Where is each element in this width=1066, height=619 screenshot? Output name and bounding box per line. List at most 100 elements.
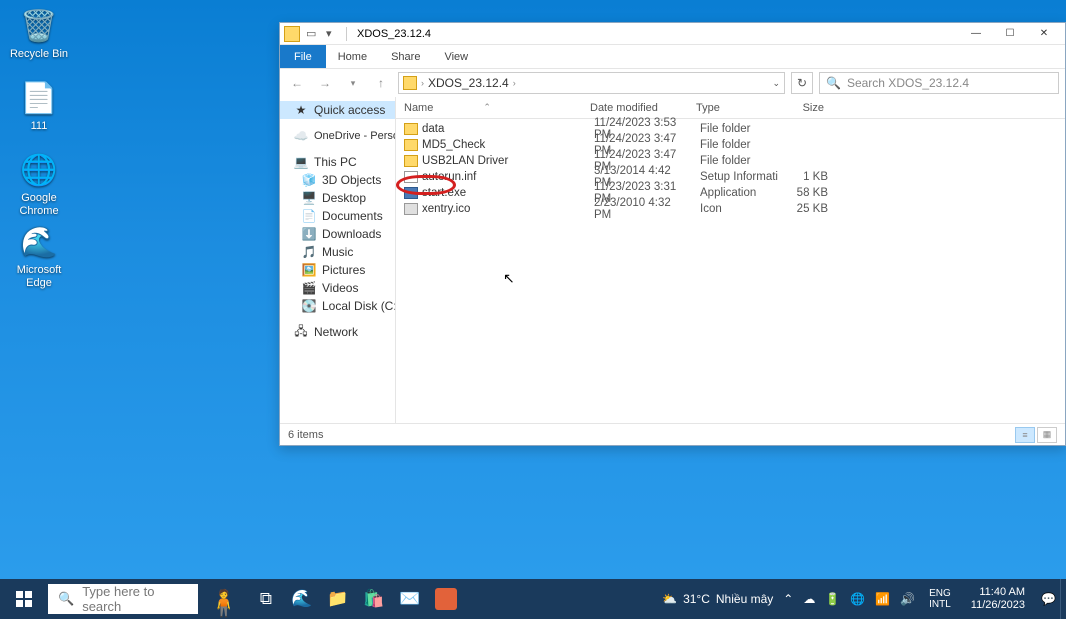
col-type[interactable]: Type xyxy=(688,102,774,114)
folder-icon: 🎵 xyxy=(302,245,316,259)
breadcrumb[interactable]: XDOS_23.12.4 xyxy=(428,76,509,90)
desktop-icon[interactable]: 🗑️Recycle Bin xyxy=(4,6,74,61)
ribbon-home[interactable]: Home xyxy=(326,45,379,68)
ico-icon xyxy=(404,203,418,215)
sidebar-item-label: Videos xyxy=(322,281,358,295)
file-type: Icon xyxy=(692,203,778,215)
file-row[interactable]: start.exe11/23/2023 3:31 PMApplication58… xyxy=(396,185,1065,201)
file-list[interactable]: ↖ data11/24/2023 3:53 PMFile folderMD5_C… xyxy=(396,119,1065,423)
tray-battery-icon[interactable]: 🔋 xyxy=(825,592,840,606)
recent-dropdown[interactable]: ▾ xyxy=(342,72,364,94)
taskbar: 🔍 Type here to search 🧍 ⧉ 🌊 📁 🛍️ ✉️ ⛅ 31… xyxy=(0,579,1066,619)
taskbar-store[interactable]: 🛍️ xyxy=(356,579,392,619)
sidebar-item[interactable]: 🖼️Pictures xyxy=(280,261,395,279)
col-name[interactable]: Name⌃ xyxy=(396,102,582,114)
folder-icon: ⬇️ xyxy=(302,227,316,241)
sidebar-item[interactable]: 🧊3D Objects xyxy=(280,171,395,189)
desktop-icon[interactable]: 📄111 xyxy=(4,78,74,133)
clock-time: 11:40 AM xyxy=(971,586,1025,599)
sidebar-item[interactable]: 📄Documents xyxy=(280,207,395,225)
tray-volume-icon[interactable]: 🔊 xyxy=(900,592,915,606)
sidebar-onedrive[interactable]: ☁️OneDrive - Personal xyxy=(280,127,395,145)
app-icon: 🌊 xyxy=(19,222,59,262)
file-row[interactable]: autorun.inf3/13/2014 4:42 PMSetup Inform… xyxy=(396,169,1065,185)
search-input[interactable]: 🔍 Search XDOS_23.12.4 xyxy=(819,72,1059,94)
sidebar-quick-access[interactable]: ★ Quick access xyxy=(280,101,395,119)
file-name: MD5_Check xyxy=(422,139,586,151)
folder-icon xyxy=(284,26,300,42)
cortana-button[interactable]: 🧍 xyxy=(200,579,248,619)
clock-date: 11/26/2023 xyxy=(971,599,1025,612)
folder-icon xyxy=(404,139,418,151)
back-button[interactable]: ← xyxy=(286,72,308,94)
sidebar-item[interactable]: ⬇️ Downloads xyxy=(280,225,395,243)
taskbar-app[interactable] xyxy=(428,579,464,619)
desktop-icon[interactable]: 🌐Google Chrome xyxy=(4,150,74,218)
sidebar-item-label: Desktop xyxy=(322,191,366,205)
tray-onedrive-icon[interactable]: ☁ xyxy=(803,592,815,606)
sidebar-item-label: OneDrive - Personal xyxy=(314,130,396,142)
qat-new-folder-icon[interactable]: ▾ xyxy=(326,27,340,41)
col-size[interactable]: Size xyxy=(774,102,832,114)
maximize-button[interactable]: ☐ xyxy=(993,23,1027,45)
chevron-icon[interactable]: › xyxy=(421,78,424,88)
address-dropdown[interactable]: ⌄ xyxy=(772,78,780,89)
refresh-button[interactable]: ↻ xyxy=(791,72,813,94)
details-view-button[interactable]: ≡ xyxy=(1015,427,1035,443)
taskbar-explorer[interactable]: 📁 xyxy=(320,579,356,619)
desktop-icon[interactable]: 🌊Microsoft Edge xyxy=(4,222,74,290)
address-row: ← → ▾ ↑ › XDOS_23.12.4 › ⌄ ↻ 🔍 Search XD… xyxy=(280,69,1065,97)
ribbon-file[interactable]: File xyxy=(280,45,326,68)
address-bar[interactable]: › XDOS_23.12.4 › ⌄ xyxy=(398,72,785,94)
show-desktop-button[interactable] xyxy=(1060,579,1066,619)
file-name: start.exe xyxy=(422,187,586,199)
col-date[interactable]: Date modified xyxy=(582,102,688,114)
weather-widget[interactable]: ⛅ 31°C Nhiều mây xyxy=(662,592,773,606)
file-row[interactable]: MD5_Check11/24/2023 3:47 PMFile folder xyxy=(396,137,1065,153)
file-row[interactable]: data11/24/2023 3:53 PMFile folder xyxy=(396,121,1065,137)
sidebar-item-label: Pictures xyxy=(322,263,365,277)
sidebar-item[interactable]: 💽Local Disk (C:) xyxy=(280,297,395,315)
qat-properties-icon[interactable]: ▭ xyxy=(306,27,320,41)
sidebar-this-pc[interactable]: 💻This PC xyxy=(280,153,395,171)
tray-overflow[interactable]: ⌃ xyxy=(783,592,793,606)
folder-icon: 💽 xyxy=(302,299,316,313)
ribbon-share[interactable]: Share xyxy=(379,45,432,68)
ribbon-view[interactable]: View xyxy=(432,45,480,68)
window-title: XDOS_23.12.4 xyxy=(357,28,431,40)
up-button[interactable]: ↑ xyxy=(370,72,392,94)
titlebar[interactable]: ▭ ▾ XDOS_23.12.4 — ☐ ✕ xyxy=(280,23,1065,45)
clock[interactable]: 11:40 AM 11/26/2023 xyxy=(965,586,1031,612)
sidebar-network[interactable]: 🖧Network xyxy=(280,323,395,341)
file-date: 2/23/2010 4:32 PM xyxy=(586,197,692,221)
file-row[interactable]: USB2LAN Driver11/24/2023 3:47 PMFile fol… xyxy=(396,153,1065,169)
nav-pane: ★ Quick access ☁️OneDrive - Personal 💻Thi… xyxy=(280,97,396,423)
taskbar-edge[interactable]: 🌊 xyxy=(284,579,320,619)
notifications-button[interactable]: 💬 xyxy=(1041,592,1056,606)
file-row[interactable]: xentry.ico2/23/2010 4:32 PMIcon25 KB xyxy=(396,201,1065,217)
chevron-icon[interactable]: › xyxy=(513,78,516,88)
start-button[interactable] xyxy=(0,579,48,619)
language-indicator[interactable]: ENG INTL xyxy=(925,588,955,610)
sidebar-item[interactable]: 🎵Music xyxy=(280,243,395,261)
task-view-button[interactable]: ⧉ xyxy=(248,579,284,619)
star-icon: ★ xyxy=(294,103,308,117)
tray-network-icon[interactable]: 🌐 xyxy=(850,592,865,606)
taskbar-search[interactable]: 🔍 Type here to search xyxy=(48,584,198,614)
close-button[interactable]: ✕ xyxy=(1027,23,1061,45)
file-explorer-window: ▭ ▾ XDOS_23.12.4 — ☐ ✕ File Home Share V… xyxy=(279,22,1066,446)
minimize-button[interactable]: — xyxy=(959,23,993,45)
icons-view-button[interactable]: ▦ xyxy=(1037,427,1057,443)
sidebar-item[interactable]: 🎬Videos xyxy=(280,279,395,297)
sidebar-item-label: Quick access xyxy=(314,103,385,117)
sidebar-item-label: 3D Objects xyxy=(322,173,381,187)
file-icon xyxy=(404,171,418,183)
forward-button[interactable]: → xyxy=(314,72,336,94)
taskbar-mail[interactable]: ✉️ xyxy=(392,579,428,619)
file-size: 58 KB xyxy=(778,187,836,199)
folder-icon xyxy=(404,123,418,135)
sidebar-item[interactable]: 🖥️Desktop xyxy=(280,189,395,207)
tray-wifi-icon[interactable]: 📶 xyxy=(875,592,890,606)
icon-label: Microsoft Edge xyxy=(4,264,74,290)
sidebar-item-label: Downloads xyxy=(322,227,381,241)
